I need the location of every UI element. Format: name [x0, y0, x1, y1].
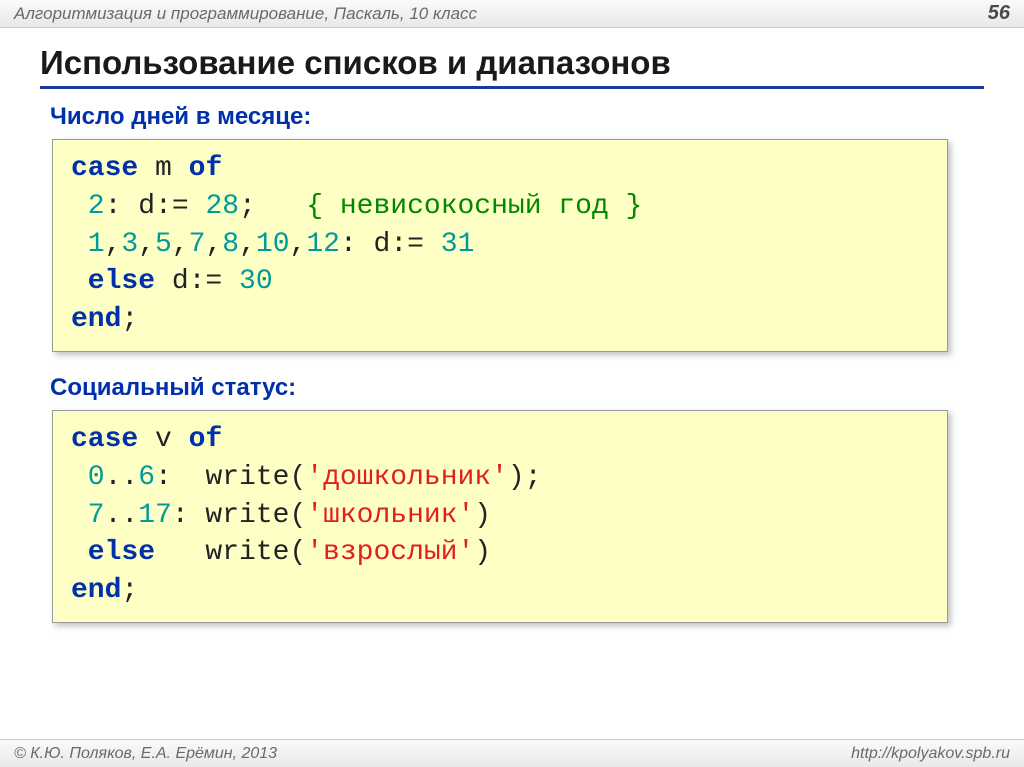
codebox-social-status: case v of 0..6: write('дошкольник'); 7..… [52, 410, 948, 623]
breadcrumb: Алгоритмизация и программирование, Паска… [14, 4, 477, 24]
page-number: 56 [988, 2, 1010, 25]
copyright: © К.Ю. Поляков, Е.А. Ерёмин, 2013 [14, 745, 277, 763]
slide-content: Использование списков и диапазонов Число… [0, 28, 1024, 623]
code-line: 2: d:= 28; { невисокосный год } [71, 188, 929, 226]
code-line: 0..6: write('дошкольник'); [71, 459, 929, 497]
code-line: 1,3,5,7,8,10,12: d:= 31 [71, 226, 929, 264]
code-line: else write('взрослый') [71, 534, 929, 572]
footer-url: http://kpolyakov.spb.ru [851, 745, 1010, 763]
slide-header: Алгоритмизация и программирование, Паска… [0, 0, 1024, 28]
codebox-days-in-month: case m of 2: d:= 28; { невисокосный год … [52, 139, 948, 352]
section1-heading: Число дней в месяце: [50, 103, 984, 131]
code-line: case v of [71, 421, 929, 459]
code-line: 7..17: write('школьник') [71, 497, 929, 535]
title-underline [40, 86, 984, 89]
slide-title: Использование списков и диапазонов [40, 44, 984, 82]
section2-heading: Социальный статус: [50, 374, 984, 402]
slide-footer: © К.Ю. Поляков, Е.А. Ерёмин, 2013 http:/… [0, 739, 1024, 767]
code-line: else d:= 30 [71, 263, 929, 301]
code-line: end; [71, 572, 929, 610]
code-line: case m of [71, 150, 929, 188]
code-line: end; [71, 301, 929, 339]
